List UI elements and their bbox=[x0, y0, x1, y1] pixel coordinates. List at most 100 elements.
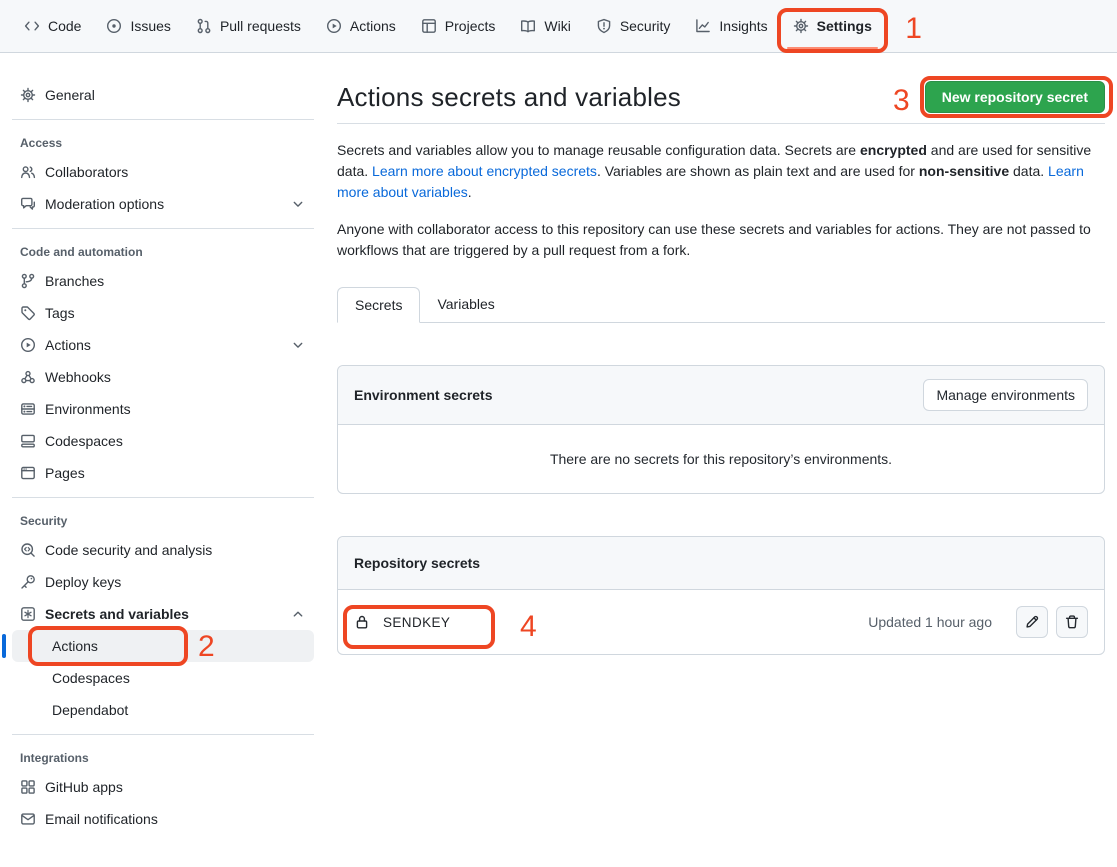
sidebar-item-label: Secrets and variables bbox=[45, 606, 189, 622]
chevron-up-icon bbox=[290, 606, 306, 622]
gear-icon bbox=[20, 87, 36, 103]
webhook-icon bbox=[20, 369, 36, 385]
sidebar-item-code-security[interactable]: Code security and analysis bbox=[12, 534, 314, 566]
graph-icon bbox=[695, 18, 711, 34]
delete-secret-button[interactable] bbox=[1056, 606, 1088, 638]
nav-tab-label: Actions bbox=[350, 18, 396, 34]
sidebar-item-label: Actions bbox=[45, 337, 91, 353]
sidebar-item-label: Environments bbox=[45, 401, 131, 417]
description-text: Secrets and variables allow you to manag… bbox=[337, 142, 860, 158]
key-asterisk-icon bbox=[20, 606, 36, 622]
git-branch-icon bbox=[20, 273, 36, 289]
table-icon bbox=[421, 18, 437, 34]
sidebar-subitem-actions[interactable]: Actions 2 bbox=[12, 630, 314, 662]
sidebar-section-code-automation: Code and automation bbox=[12, 237, 314, 265]
comment-discussion-icon bbox=[20, 196, 36, 212]
browser-icon bbox=[20, 465, 36, 481]
sidebar-section-integrations: Integrations bbox=[12, 743, 314, 771]
sidebar-subitem-codespaces[interactable]: Codespaces bbox=[12, 662, 314, 694]
nav-tab-settings[interactable]: Settings 1 bbox=[785, 11, 880, 41]
sidebar-section-access: Access bbox=[12, 128, 314, 156]
key-icon bbox=[20, 574, 36, 590]
nav-tab-issues[interactable]: Issues bbox=[98, 11, 178, 41]
sidebar-item-codespaces[interactable]: Codespaces bbox=[12, 425, 314, 457]
repo-nav: Code Issues Pull requests Actions Projec… bbox=[0, 0, 1117, 53]
edit-secret-button[interactable] bbox=[1016, 606, 1048, 638]
learn-more-encrypted-secrets-link[interactable]: Learn more about encrypted secrets bbox=[372, 163, 597, 179]
sidebar-item-label: Webhooks bbox=[45, 369, 111, 385]
nav-tab-pull-requests[interactable]: Pull requests bbox=[188, 11, 309, 41]
sidebar-item-label: GitHub apps bbox=[45, 779, 123, 795]
mail-icon bbox=[20, 811, 36, 827]
sidebar-item-email-notifications[interactable]: Email notifications bbox=[12, 803, 314, 835]
nav-tab-security[interactable]: Security bbox=[588, 11, 679, 41]
description-bold: encrypted bbox=[860, 142, 927, 158]
sidebar-item-label: Moderation options bbox=[45, 196, 164, 212]
environment-secrets-title: Environment secrets bbox=[354, 387, 493, 403]
nav-tab-label: Security bbox=[620, 18, 671, 34]
trash-icon bbox=[1064, 614, 1080, 630]
tab-variables[interactable]: Variables bbox=[420, 287, 511, 323]
codespaces-icon bbox=[20, 433, 36, 449]
sidebar-item-github-apps[interactable]: GitHub apps bbox=[12, 771, 314, 803]
secret-row: SENDKEY 4 Updated 1 hour ago bbox=[338, 590, 1104, 654]
nav-tab-projects[interactable]: Projects bbox=[413, 11, 504, 41]
secret-name-label: SENDKEY bbox=[383, 615, 450, 630]
shield-icon bbox=[596, 18, 612, 34]
nav-tab-wiki[interactable]: Wiki bbox=[512, 11, 578, 41]
tab-secrets[interactable]: Secrets bbox=[337, 287, 420, 323]
sidebar-divider bbox=[12, 228, 314, 229]
sidebar-item-label: Collaborators bbox=[45, 164, 128, 180]
book-icon bbox=[520, 18, 536, 34]
nav-tab-label: Issues bbox=[130, 18, 170, 34]
nav-tab-code[interactable]: Code bbox=[16, 11, 89, 41]
settings-sidebar: General Access Collaborators Moderation … bbox=[0, 53, 322, 867]
environment-secrets-card: Environment secrets Manage environments … bbox=[337, 365, 1105, 494]
sidebar-item-label: Email notifications bbox=[45, 811, 158, 827]
sidebar-item-label: Code security and analysis bbox=[45, 542, 212, 558]
sidebar-item-collaborators[interactable]: Collaborators bbox=[12, 156, 314, 188]
sidebar-item-secrets-and-variables[interactable]: Secrets and variables bbox=[12, 598, 314, 630]
sidebar-item-deploy-keys[interactable]: Deploy keys bbox=[12, 566, 314, 598]
chevron-down-icon bbox=[290, 196, 306, 212]
pencil-icon bbox=[1024, 614, 1040, 630]
issue-opened-icon bbox=[106, 18, 122, 34]
nav-tab-insights[interactable]: Insights bbox=[687, 11, 775, 41]
sidebar-item-label: General bbox=[45, 87, 95, 103]
sidebar-divider bbox=[12, 497, 314, 498]
nav-tab-label: Insights bbox=[719, 18, 767, 34]
sidebar-item-label: Branches bbox=[45, 273, 104, 289]
sidebar-item-tags[interactable]: Tags bbox=[12, 297, 314, 329]
sidebar-item-label: Codespaces bbox=[45, 433, 123, 449]
sidebar-divider bbox=[12, 734, 314, 735]
secret-updated-timestamp: Updated 1 hour ago bbox=[868, 614, 992, 630]
sidebar-item-environments[interactable]: Environments bbox=[12, 393, 314, 425]
nav-tab-label: Wiki bbox=[544, 18, 570, 34]
tag-icon bbox=[20, 305, 36, 321]
play-icon bbox=[326, 18, 342, 34]
environment-secrets-header: Environment secrets Manage environments bbox=[338, 366, 1104, 425]
sidebar-subitem-label: Actions bbox=[52, 638, 98, 654]
secrets-variables-tabnav: Secrets Variables bbox=[337, 287, 1105, 323]
sidebar-item-branches[interactable]: Branches bbox=[12, 265, 314, 297]
manage-environments-button[interactable]: Manage environments bbox=[923, 379, 1088, 411]
description-text: . bbox=[468, 184, 472, 200]
sidebar-section-security: Security bbox=[12, 506, 314, 534]
description-paragraph-1: Secrets and variables allow you to manag… bbox=[337, 140, 1105, 203]
description-text: . Variables are shown as plain text and … bbox=[597, 163, 919, 179]
new-repository-secret-button[interactable]: New repository secret bbox=[925, 81, 1105, 113]
sidebar-item-webhooks[interactable]: Webhooks bbox=[12, 361, 314, 393]
sidebar-divider bbox=[12, 119, 314, 120]
sidebar-item-label: Deploy keys bbox=[45, 574, 121, 590]
sidebar-item-actions[interactable]: Actions bbox=[12, 329, 314, 361]
nav-tab-actions[interactable]: Actions bbox=[318, 11, 404, 41]
sidebar-subitem-dependabot[interactable]: Dependabot bbox=[12, 694, 314, 726]
nav-tab-label: Settings bbox=[817, 18, 872, 34]
description-paragraph-2: Anyone with collaborator access to this … bbox=[337, 219, 1105, 261]
sidebar-item-general[interactable]: General bbox=[12, 79, 314, 111]
environment-secrets-empty-state: There are no secrets for this repository… bbox=[338, 425, 1104, 493]
sidebar-item-pages[interactable]: Pages bbox=[12, 457, 314, 489]
repository-secrets-card: Repository secrets SENDKEY 4 Updated 1 h… bbox=[337, 536, 1105, 655]
sidebar-item-moderation-options[interactable]: Moderation options bbox=[12, 188, 314, 220]
main-content: Actions secrets and variables New reposi… bbox=[337, 53, 1105, 655]
